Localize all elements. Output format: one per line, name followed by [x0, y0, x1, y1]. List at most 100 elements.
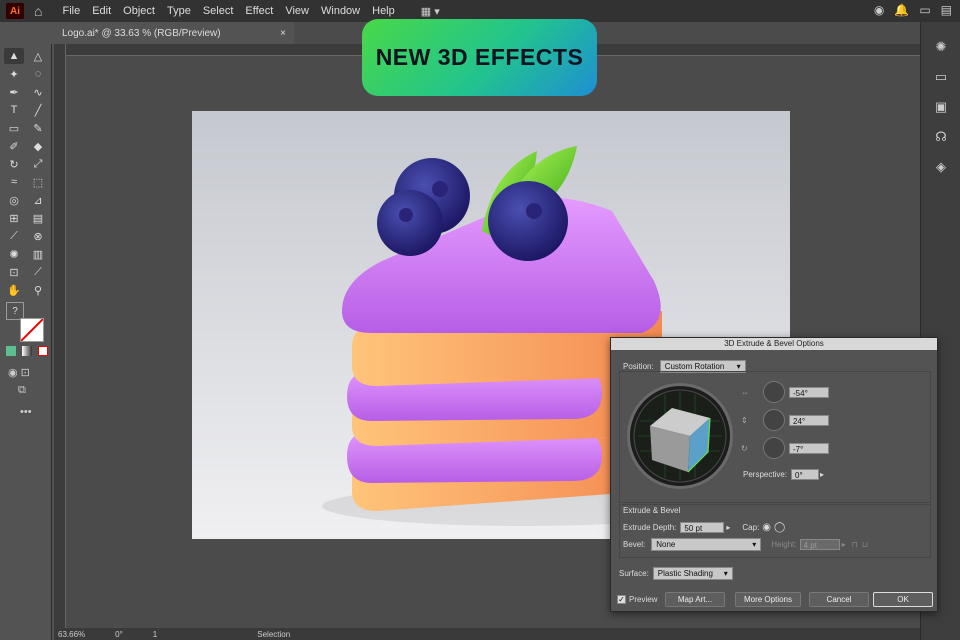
paintbrush-tool-icon[interactable]: ✎	[28, 120, 48, 136]
perspective-label: Perspective:	[743, 470, 788, 479]
graph-tool-icon[interactable]: ▥	[28, 246, 48, 262]
eyedropper-tool-icon[interactable]: ⟋	[4, 228, 24, 244]
user-account-icon[interactable]: ◉	[874, 3, 884, 17]
magic-wand-tool-icon[interactable]: ✦	[4, 66, 24, 82]
fill-swatch[interactable]	[20, 318, 44, 342]
screen-mode-icon[interactable]: ⧉	[18, 384, 26, 397]
menu-type[interactable]: Type	[161, 5, 197, 17]
document-tab-title: Logo.ai* @ 33.63 % (RGB/Preview)	[62, 27, 221, 39]
pen-tool-icon[interactable]: ✒	[4, 84, 24, 100]
z-rotation-field[interactable]: -7°	[789, 442, 829, 454]
extrude-depth-field[interactable]: 50 pt	[680, 522, 725, 533]
surface-select[interactable]: Plastic Shading ▾	[652, 567, 733, 580]
warp-tool-icon[interactable]: ≈	[4, 174, 24, 190]
x-rotation-dial[interactable]	[763, 381, 785, 403]
type-tool-icon[interactable]: T	[4, 102, 24, 118]
zoom-level[interactable]: 63.66%	[58, 630, 85, 639]
color-mode-icon[interactable]	[6, 346, 16, 356]
bevel-select[interactable]: None ▾	[651, 538, 762, 551]
menu-view[interactable]: View	[279, 5, 315, 17]
menu-object[interactable]: Object	[117, 5, 161, 17]
more-tools-icon[interactable]: •••	[20, 406, 32, 418]
direct-selection-tool-icon[interactable]: △	[28, 48, 48, 64]
image-panel-icon[interactable]: ▣	[921, 92, 960, 122]
cap-on-icon[interactable]: ◉	[762, 522, 771, 533]
properties-panel-icon[interactable]: ✺	[921, 32, 960, 62]
free-transform-tool-icon[interactable]: ⬚	[28, 174, 48, 190]
bevel-in-icon[interactable]: ⊔	[862, 540, 868, 549]
rotate-tool-icon[interactable]: ↻	[4, 156, 24, 172]
close-tab-icon[interactable]: ×	[280, 28, 286, 39]
panel-layout-icon[interactable]: ▭	[919, 3, 930, 17]
menu-effect[interactable]: Effect	[239, 5, 279, 17]
menu-window[interactable]: Window	[315, 5, 366, 17]
hand-tool-icon[interactable]: ✋	[4, 282, 24, 298]
menu-file[interactable]: File	[56, 5, 86, 17]
shape-builder-tool-icon[interactable]: ◎	[4, 192, 24, 208]
shaper-tool-icon[interactable]: ✐	[4, 138, 24, 154]
3d-extrude-bevel-dialog: 3D Extrude & Bevel Options Position: Cus…	[610, 337, 938, 612]
rotation-trackball[interactable]	[627, 383, 733, 489]
y-rotation-dial[interactable]	[763, 409, 785, 431]
gradient-tool-icon[interactable]: ▤	[28, 210, 48, 226]
status-bar: 63.66% 0° 1 Selection	[54, 628, 920, 640]
bevel-label: Bevel:	[623, 540, 646, 549]
scale-tool-icon[interactable]: ⤢	[28, 156, 48, 172]
perspective-grid-tool-icon[interactable]: ⊿	[28, 192, 48, 208]
mesh-tool-icon[interactable]: ⊞	[4, 210, 24, 226]
height-field[interactable]: 4 pt	[799, 539, 840, 550]
window-controls-icon[interactable]: ▤	[941, 3, 952, 17]
notifications-icon[interactable]: 🔔	[894, 3, 909, 17]
perspective-arrow-icon[interactable]: ▸	[820, 470, 824, 479]
menu-help[interactable]: Help	[366, 5, 401, 17]
ok-button[interactable]: OK	[873, 592, 933, 607]
cap-label: Cap:	[742, 523, 760, 532]
z-rotation-dial[interactable]	[763, 437, 785, 459]
rectangle-tool-icon[interactable]: ▭	[4, 120, 24, 136]
height-arrow-icon[interactable]: ▸	[842, 540, 846, 549]
zoom-tool-icon[interactable]: ⚲	[28, 282, 48, 298]
home-icon[interactable]: ⌂	[34, 3, 42, 19]
none-mode-icon[interactable]	[38, 346, 48, 356]
artboard-number[interactable]: 1	[153, 630, 157, 639]
perspective-field[interactable]: 0°	[791, 469, 820, 480]
x-axis-icon: ⇔	[741, 387, 749, 397]
app-logo: Ai	[6, 3, 24, 19]
line-tool-icon[interactable]: ╱	[28, 102, 48, 118]
z-axis-icon: ↻	[741, 443, 748, 453]
draw-mode-icon[interactable]: ◉ ⊡	[8, 366, 30, 379]
map-art-button[interactable]: Map Art...	[665, 592, 725, 607]
artboard-tool-icon[interactable]: ⊡	[4, 264, 24, 280]
layers-panel-icon[interactable]: ◈	[921, 152, 960, 182]
lasso-tool-icon[interactable]: ◌	[28, 66, 48, 82]
preview-checkbox[interactable]: ✓	[617, 595, 626, 604]
workspace-switcher-icon[interactable]: ▦ ▾	[421, 5, 440, 18]
promo-banner: NEW 3D EFFECTS	[362, 19, 597, 96]
cap-off-icon[interactable]: ◯	[774, 522, 785, 533]
extrude-depth-label: Extrude Depth:	[623, 523, 677, 532]
eraser-tool-icon[interactable]: ◆	[28, 138, 48, 154]
x-rotation-field[interactable]: -54°	[789, 386, 829, 398]
surface-label: Surface:	[619, 569, 649, 578]
extrude-depth-arrow-icon[interactable]: ▸	[726, 523, 730, 532]
rotation-value[interactable]: 0°	[115, 630, 123, 639]
main-menu: File Edit Object Type Select Effect View Window…	[56, 5, 400, 17]
gradient-mode-icon[interactable]	[22, 346, 32, 356]
slice-tool-icon[interactable]: ⟋	[28, 264, 48, 280]
curvature-tool-icon[interactable]: ∿	[28, 84, 48, 100]
more-options-button[interactable]: More Options	[735, 592, 801, 607]
bevel-out-icon[interactable]: ⊓	[852, 540, 858, 549]
appearance-panel-icon[interactable]: ☊	[921, 122, 960, 152]
vertical-ruler	[54, 44, 66, 628]
selection-tool-icon[interactable]: ▲	[4, 48, 24, 64]
document-tab[interactable]: Logo.ai* @ 33.63 % (RGB/Preview) ×	[54, 22, 294, 44]
preview-label: Preview	[629, 595, 658, 604]
menu-select[interactable]: Select	[197, 5, 240, 17]
menu-edit[interactable]: Edit	[86, 5, 117, 17]
blend-tool-icon[interactable]: ⊗	[28, 228, 48, 244]
position-label: Position:	[623, 362, 654, 371]
cancel-button[interactable]: Cancel	[809, 592, 869, 607]
gradient-panel-icon[interactable]: ▭	[921, 62, 960, 92]
symbol-sprayer-tool-icon[interactable]: ✺	[4, 246, 24, 262]
y-rotation-field[interactable]: 24°	[789, 414, 829, 426]
